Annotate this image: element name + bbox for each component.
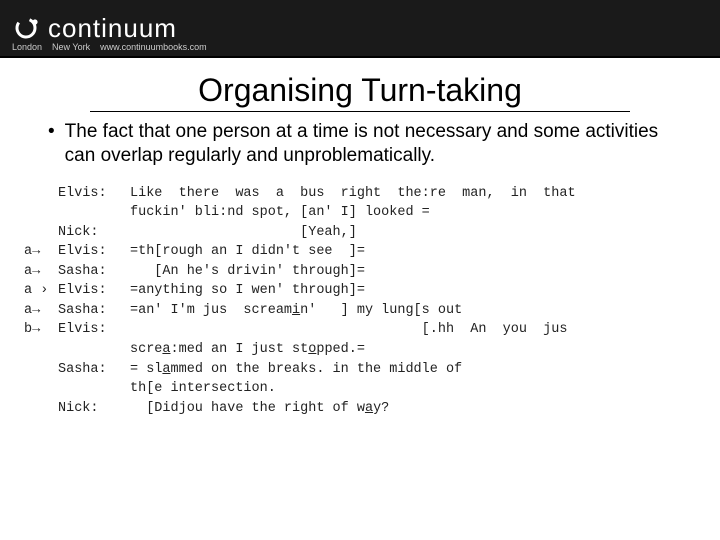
speaker-label: Sasha:: [58, 262, 130, 282]
city-london: London: [12, 42, 42, 52]
utterance-text: = slammed on the breaks. in the middle o…: [130, 360, 696, 380]
row-marker: a ›: [24, 281, 58, 301]
speaker-label: Elvis:: [58, 242, 130, 262]
utterance-text: [.hh An you jus: [130, 320, 696, 340]
continuum-logo-icon: [12, 14, 40, 42]
bullet-dot-icon: •: [48, 120, 55, 168]
transcript-row: fuckin' bli:nd spot, [an' I] looked =: [24, 203, 696, 223]
transcript-row: Elvis:Like there was a bus right the:re …: [24, 184, 696, 204]
row-marker: [24, 360, 58, 380]
transcript-row: b→Elvis: [.hh An you jus: [24, 320, 696, 340]
row-marker: [24, 184, 58, 204]
header-subline: London New York www.continuumbooks.com: [12, 42, 207, 52]
conversation-transcript: Elvis:Like there was a bus right the:re …: [0, 168, 720, 419]
utterance-text: screa:med an I just stopped.=: [130, 340, 696, 360]
speaker-label: Sasha:: [58, 301, 130, 321]
transcript-row: th[e intersection.: [24, 379, 696, 399]
row-marker: [24, 399, 58, 419]
utterance-text: Like there was a bus right the:re man, i…: [130, 184, 696, 204]
speaker-label: Nick:: [58, 399, 130, 419]
row-marker: b→: [24, 320, 58, 340]
speaker-label: Elvis:: [58, 281, 130, 301]
header-rule: [0, 56, 720, 58]
logo: continuum: [12, 13, 177, 44]
utterance-text: fuckin' bli:nd spot, [an' I] looked =: [130, 203, 696, 223]
bullet-text: The fact that one person at a time is no…: [65, 120, 684, 168]
bullet-point: • The fact that one person at a time is …: [0, 120, 720, 168]
utterance-text: =th[rough an I didn't see ]=: [130, 242, 696, 262]
row-marker: [24, 379, 58, 399]
speaker-label: [58, 340, 130, 360]
speaker-label: Elvis:: [58, 184, 130, 204]
row-marker: [24, 340, 58, 360]
speaker-label: [58, 379, 130, 399]
speaker-label: Sasha:: [58, 360, 130, 380]
transcript-row: Sasha:= slammed on the breaks. in the mi…: [24, 360, 696, 380]
utterance-text: =anything so I wen' through]=: [130, 281, 696, 301]
row-marker: a→: [24, 262, 58, 282]
utterance-text: [An he's drivin' through]=: [130, 262, 696, 282]
slide-title: Organising Turn-taking: [90, 72, 630, 112]
transcript-row: a ›Elvis:=anything so I wen' through]=: [24, 281, 696, 301]
speaker-label: Elvis:: [58, 320, 130, 340]
row-marker: a→: [24, 301, 58, 321]
transcript-row: Nick: [Yeah,]: [24, 223, 696, 243]
transcript-row: a→Elvis:=th[rough an I didn't see ]=: [24, 242, 696, 262]
utterance-text: th[e intersection.: [130, 379, 696, 399]
row-marker: a→: [24, 242, 58, 262]
brand-header: continuum London New York www.continuumb…: [0, 0, 720, 56]
city-newyork: New York: [52, 42, 90, 52]
transcript-row: screa:med an I just stopped.=: [24, 340, 696, 360]
site-url: www.continuumbooks.com: [100, 42, 207, 52]
speaker-label: [58, 203, 130, 223]
brand-name: continuum: [48, 13, 177, 44]
utterance-text: [Yeah,]: [130, 223, 696, 243]
speaker-label: Nick:: [58, 223, 130, 243]
row-marker: [24, 203, 58, 223]
transcript-row: Nick: [Didjou have the right of way?: [24, 399, 696, 419]
utterance-text: =an' I'm jus screamin' ] my lung[s out: [130, 301, 696, 321]
row-marker: [24, 223, 58, 243]
transcript-row: a→Sasha: [An he's drivin' through]=: [24, 262, 696, 282]
utterance-text: [Didjou have the right of way?: [130, 399, 696, 419]
transcript-row: a→Sasha:=an' I'm jus screamin' ] my lung…: [24, 301, 696, 321]
